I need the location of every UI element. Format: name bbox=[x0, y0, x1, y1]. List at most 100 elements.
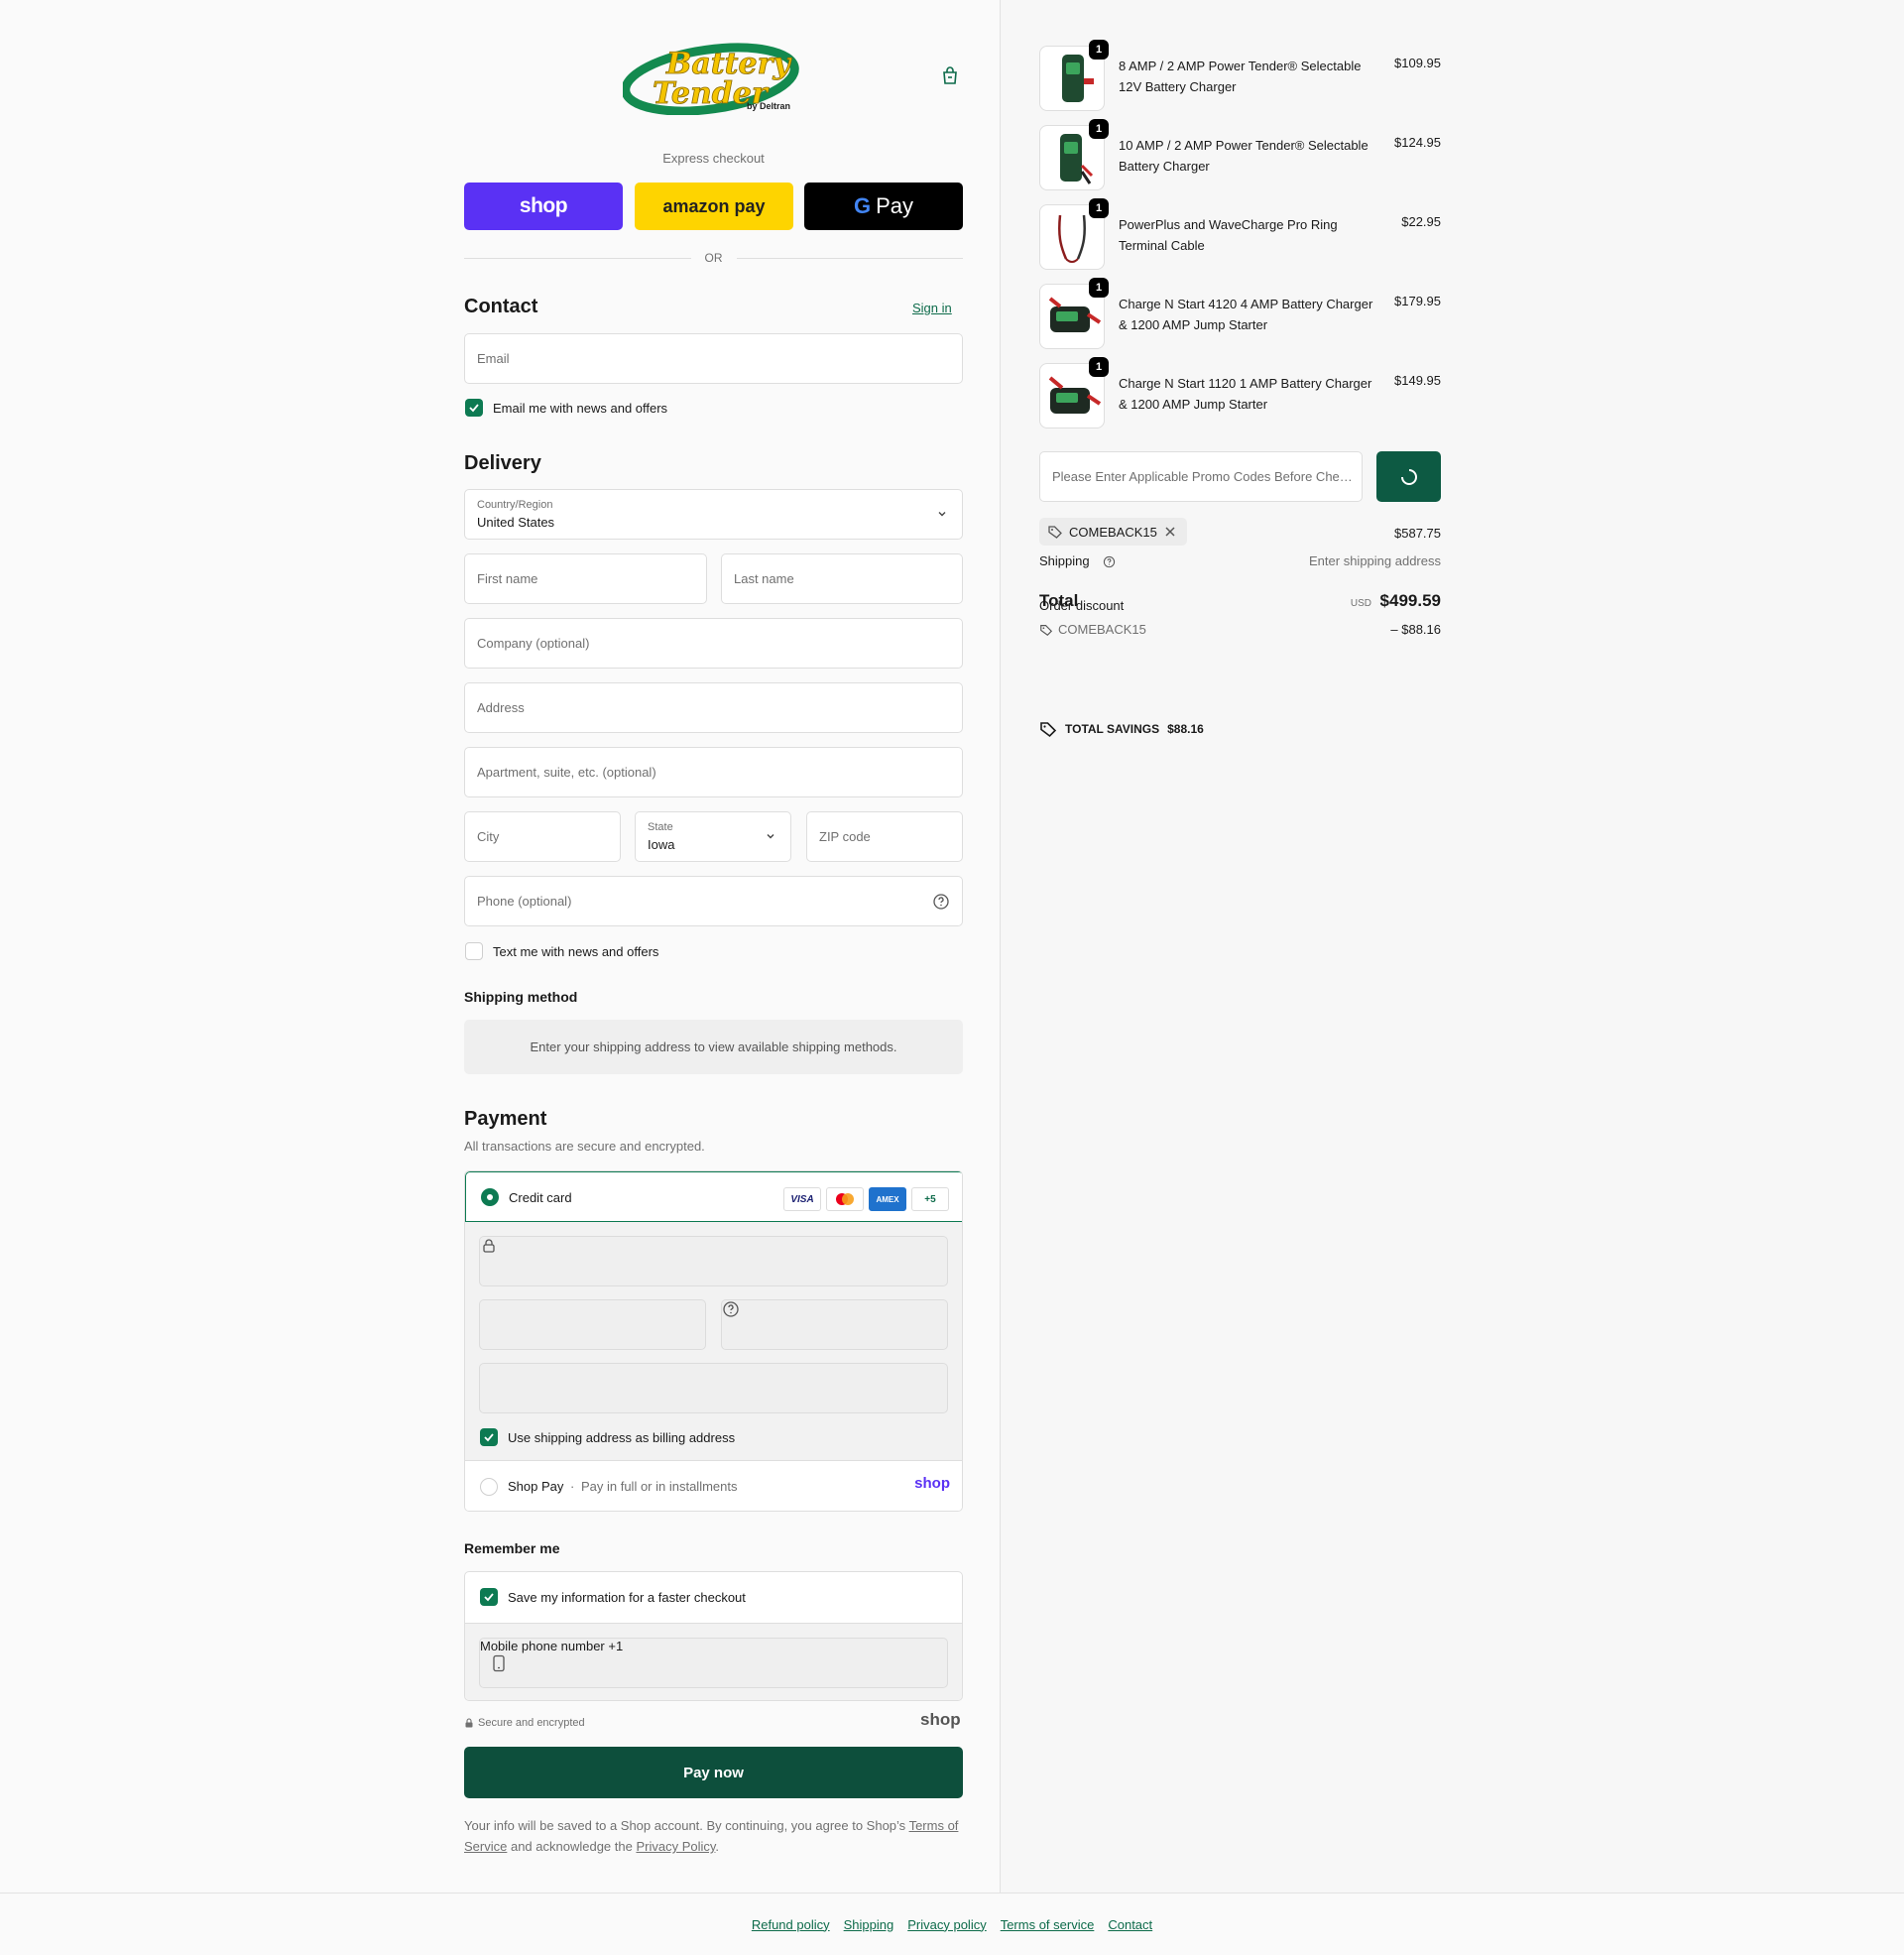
product-name: Charge N Start 1120 1 AMP Battery Charge… bbox=[1119, 376, 1372, 412]
refund-policy-link[interactable]: Refund policy bbox=[752, 1917, 830, 1932]
phone-field[interactable]: Phone (optional) bbox=[464, 876, 963, 926]
pay-now-button[interactable]: Pay now bbox=[464, 1747, 963, 1798]
save-info-checkbox[interactable] bbox=[480, 1588, 498, 1606]
save-info-label: Save my information for a faster checkou… bbox=[508, 1590, 746, 1605]
discount-row: COMEBACK15 – $88.16 bbox=[1039, 622, 1441, 640]
amex-icon: AMEX bbox=[869, 1187, 906, 1211]
total-value: $499.59 bbox=[1379, 591, 1441, 610]
line-item: 1 Charge N Start 4120 4 AMP Battery Char… bbox=[1039, 278, 1441, 349]
visa-icon: VISA bbox=[783, 1187, 821, 1211]
city-field[interactable]: City bbox=[464, 811, 621, 862]
promo-code-input[interactable]: Please Enter Applicable Promo Codes Befo… bbox=[1039, 451, 1363, 502]
or-label: OR bbox=[704, 251, 723, 265]
contact-link[interactable]: Contact bbox=[1108, 1917, 1152, 1932]
contact-heading: Contact bbox=[464, 296, 538, 317]
shipping-method-heading: Shipping method bbox=[464, 989, 578, 1005]
checkmark-icon bbox=[484, 1593, 494, 1602]
lock-icon bbox=[480, 1239, 498, 1258]
card-cvv-field[interactable] bbox=[721, 1299, 948, 1350]
shop-pay-logo: shop bbox=[914, 1475, 950, 1492]
apartment-placeholder: Apartment, suite, etc. (optional) bbox=[477, 765, 656, 780]
company-field[interactable]: Company (optional) bbox=[464, 618, 963, 669]
product-name: 10 AMP / 2 AMP Power Tender® Selectable … bbox=[1119, 138, 1368, 174]
country-label: Country/Region bbox=[477, 499, 553, 511]
email-news-label: Email me with news and offers bbox=[493, 401, 668, 416]
card-expiry-field[interactable] bbox=[479, 1299, 706, 1350]
address-field[interactable]: Address bbox=[464, 682, 963, 733]
google-pay-button[interactable]: G Pay bbox=[804, 183, 963, 230]
product-price: $179.95 bbox=[1394, 294, 1441, 308]
logo-by-deltran: by Deltran bbox=[747, 101, 790, 111]
legal-text: Your info will be saved to a Shop accoun… bbox=[464, 1818, 959, 1854]
state-value: Iowa bbox=[648, 837, 675, 852]
mastercard-icon bbox=[826, 1187, 864, 1211]
email-news-checkbox[interactable] bbox=[465, 399, 483, 417]
email-field[interactable]: Email bbox=[464, 333, 963, 384]
state-label: State bbox=[648, 821, 673, 833]
shipping-policy-link[interactable]: Shipping bbox=[844, 1917, 894, 1932]
shipping-method-note: Enter your shipping address to view avai… bbox=[464, 1020, 963, 1074]
quantity-badge: 1 bbox=[1089, 198, 1109, 218]
card-name-field[interactable] bbox=[479, 1363, 948, 1413]
secure-label: Secure and encrypted bbox=[478, 1717, 585, 1729]
total-row: Total Order discount USD $499.59 bbox=[1039, 591, 1441, 615]
text-news-checkbox[interactable] bbox=[465, 942, 483, 960]
shop-pay-option[interactable]: Shop Pay · Pay in full or in installment… bbox=[465, 1461, 962, 1511]
chevron-down-icon bbox=[765, 830, 776, 842]
zip-placeholder: ZIP code bbox=[819, 829, 871, 844]
terms-of-service-footer-link[interactable]: Terms of service bbox=[1001, 1917, 1095, 1932]
privacy-policy-link[interactable]: Privacy Policy bbox=[636, 1839, 715, 1854]
amazon-pay-button[interactable]: amazon pay bbox=[635, 183, 793, 230]
checkmark-icon bbox=[469, 404, 479, 413]
help-circle-icon[interactable] bbox=[722, 1301, 740, 1321]
shipping-label: Shipping bbox=[1039, 553, 1090, 568]
card-brand-logos: VISA AMEX +5 bbox=[783, 1187, 949, 1211]
zip-field[interactable]: ZIP code bbox=[806, 811, 963, 862]
total-currency: USD bbox=[1350, 598, 1371, 609]
total-savings-label: TOTAL SAVINGS bbox=[1065, 722, 1160, 736]
lock-icon bbox=[465, 1718, 473, 1728]
apply-promo-button[interactable] bbox=[1376, 451, 1441, 502]
google-g-icon: G bbox=[853, 193, 872, 218]
privacy-policy-footer-link[interactable]: Privacy policy bbox=[907, 1917, 986, 1932]
state-select[interactable]: State Iowa bbox=[635, 811, 791, 862]
quantity-badge: 1 bbox=[1089, 278, 1109, 298]
line-item: 1 10 AMP / 2 AMP Power Tender® Selectabl… bbox=[1039, 119, 1441, 190]
shop-wordmark: shop bbox=[920, 1710, 961, 1729]
mobile-phone-label: Mobile phone number bbox=[480, 1639, 605, 1653]
credit-card-radio[interactable] bbox=[481, 1188, 499, 1206]
quantity-badge: 1 bbox=[1089, 119, 1109, 139]
shopping-bag-icon[interactable] bbox=[940, 65, 960, 85]
more-cards-badge: +5 bbox=[911, 1187, 949, 1211]
last-name-placeholder: Last name bbox=[734, 571, 794, 586]
mobile-phone-icon bbox=[492, 1654, 506, 1675]
card-number-field[interactable] bbox=[479, 1236, 948, 1286]
secure-encrypted-note: Secure and encrypted bbox=[464, 1717, 585, 1729]
last-name-field[interactable]: Last name bbox=[721, 553, 963, 604]
phone-placeholder: Phone (optional) bbox=[477, 894, 572, 909]
help-circle-icon[interactable] bbox=[932, 893, 950, 911]
total-savings-value: $88.16 bbox=[1167, 722, 1204, 736]
first-name-placeholder: First name bbox=[477, 571, 538, 586]
credit-card-form: Use shipping address as billing address bbox=[465, 1222, 962, 1461]
country-value: United States bbox=[477, 515, 555, 530]
promo-code-placeholder: Please Enter Applicable Promo Codes Befo… bbox=[1052, 469, 1355, 484]
shipping-row: Shipping Enter shipping address bbox=[1039, 553, 1441, 571]
billing-address-checkbox[interactable] bbox=[480, 1428, 498, 1446]
apartment-field[interactable]: Apartment, suite, etc. (optional) bbox=[464, 747, 963, 797]
shop-pay-button[interactable]: shop bbox=[464, 183, 623, 230]
sign-in-link[interactable]: Sign in bbox=[912, 301, 952, 315]
shop-pay-radio[interactable] bbox=[480, 1478, 498, 1496]
billing-address-label: Use shipping address as billing address bbox=[508, 1430, 736, 1445]
discount-code-label: COMEBACK15 bbox=[1058, 622, 1146, 637]
policy-footer: Refund policy Shipping Privacy policy Te… bbox=[0, 1893, 1904, 1955]
remember-phone-area: Mobile phone number +1 bbox=[465, 1623, 962, 1700]
credit-card-option[interactable]: Credit card VISA AMEX +5 bbox=[465, 1171, 962, 1222]
product-price: $22.95 bbox=[1401, 214, 1441, 229]
express-checkout-label: Express checkout bbox=[662, 151, 765, 166]
battery-tender-logo[interactable]: Battery Tender by Deltran bbox=[621, 38, 806, 116]
country-select[interactable]: Country/Region United States bbox=[464, 489, 963, 540]
mobile-phone-field[interactable]: Mobile phone number +1 bbox=[479, 1638, 948, 1688]
first-name-field[interactable]: First name bbox=[464, 553, 707, 604]
payment-subtitle: All transactions are secure and encrypte… bbox=[464, 1139, 705, 1154]
